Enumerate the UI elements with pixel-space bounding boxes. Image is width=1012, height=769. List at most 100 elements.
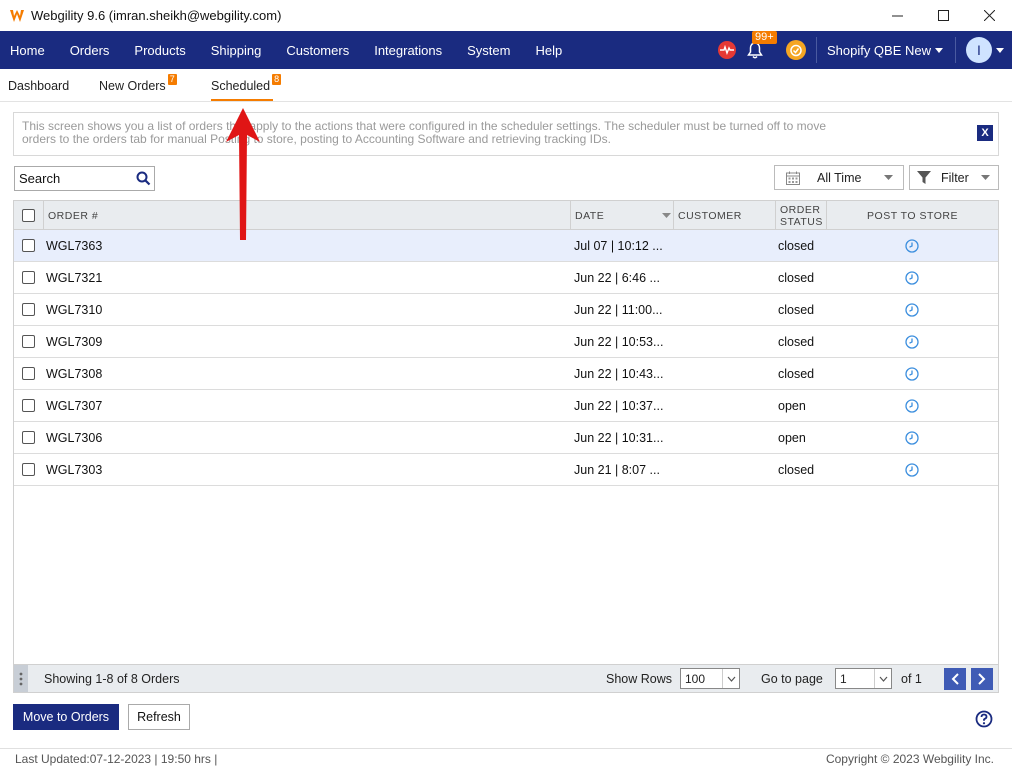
- caret-down-icon: [935, 47, 943, 53]
- column-divider: [673, 201, 674, 230]
- order-customer: [677, 262, 772, 293]
- order-date: Jun 21 | 8:07 ...: [574, 462, 660, 477]
- row-checkbox[interactable]: [22, 431, 35, 444]
- order-number[interactable]: WGL7363: [46, 230, 102, 261]
- order-status: open: [778, 430, 806, 445]
- row-checkbox[interactable]: [22, 335, 35, 348]
- copyright: Copyright © 2023 Webgility Inc.: [825, 752, 994, 766]
- search-icon: [136, 171, 150, 186]
- search-input[interactable]: [15, 167, 133, 190]
- table-header: ORDER # DATE CUSTOMER ORDER STATUS POST …: [14, 201, 998, 230]
- column-divider: [570, 201, 571, 230]
- row-checkbox[interactable]: [22, 239, 35, 252]
- row-checkbox[interactable]: [22, 367, 35, 380]
- chevron-down-icon: [722, 669, 739, 688]
- table-row[interactable]: WGL7309 Jun 22 | 10:53... closed: [14, 326, 998, 358]
- show-rows-label: Show Rows: [606, 671, 672, 686]
- tab-new-orders[interactable]: New Orders 7: [99, 69, 177, 102]
- order-number[interactable]: WGL7310: [46, 294, 102, 325]
- store-selector[interactable]: Shopify QBE New: [827, 43, 943, 58]
- order-tabs: Dashboard New Orders 7 Scheduled 8: [0, 69, 1012, 102]
- nav-system[interactable]: System: [455, 31, 523, 69]
- order-number[interactable]: WGL7303: [46, 454, 102, 485]
- main-nav: Home Orders Products Shipping Customers …: [0, 31, 1012, 69]
- table-row[interactable]: WGL7303 Jun 21 | 8:07 ... closed: [14, 454, 998, 486]
- health-pulse-icon[interactable]: [717, 41, 736, 59]
- caret-down-icon: [884, 175, 893, 180]
- row-checkbox[interactable]: [22, 271, 35, 284]
- nav-products[interactable]: Products: [122, 31, 198, 69]
- tab-label: Scheduled: [211, 78, 271, 93]
- clock-icon[interactable]: [903, 326, 921, 357]
- nav-home[interactable]: Home: [0, 31, 57, 69]
- order-customer: [677, 230, 772, 261]
- table-row[interactable]: WGL7308 Jun 22 | 10:43... closed: [14, 358, 998, 390]
- order-number[interactable]: WGL7309: [46, 326, 102, 357]
- order-customer: [677, 358, 772, 389]
- table-row[interactable]: WGL7321 Jun 22 | 6:46 ... closed: [14, 262, 998, 294]
- order-customer: [677, 422, 772, 453]
- table-row[interactable]: WGL7306 Jun 22 | 10:31... open: [14, 422, 998, 454]
- close-window-button[interactable]: [966, 0, 1012, 31]
- table-row[interactable]: WGL7307 Jun 22 | 10:37... open: [14, 390, 998, 422]
- row-checkbox[interactable]: [22, 463, 35, 476]
- order-status: closed: [778, 366, 815, 381]
- column-header-customer[interactable]: CUSTOMER: [678, 201, 742, 230]
- clock-icon[interactable]: [903, 262, 921, 293]
- clock-icon[interactable]: [903, 358, 921, 389]
- filter-dropdown[interactable]: Filter: [909, 165, 999, 190]
- goto-page-select[interactable]: 1: [835, 668, 892, 689]
- nav-customers[interactable]: Customers: [274, 31, 362, 69]
- clock-icon[interactable]: [903, 390, 921, 421]
- chevron-down-icon: [874, 669, 891, 688]
- caret-down-icon[interactable]: [996, 47, 1004, 53]
- order-number[interactable]: WGL7307: [46, 390, 102, 421]
- row-checkbox-cell: [22, 422, 35, 453]
- row-checkbox[interactable]: [22, 303, 35, 316]
- column-header-label: ORDER: [780, 203, 821, 216]
- clock-icon[interactable]: [903, 294, 921, 325]
- user-avatar[interactable]: I: [966, 37, 992, 63]
- move-to-orders-button[interactable]: Move to Orders: [13, 704, 119, 730]
- close-info-button[interactable]: X: [977, 125, 993, 141]
- goto-page-label: Go to page: [761, 671, 823, 686]
- column-header-date[interactable]: DATE: [575, 201, 671, 230]
- next-page-button[interactable]: [971, 668, 993, 690]
- filter-label: Filter: [941, 170, 969, 185]
- row-checkbox-cell: [22, 454, 35, 485]
- prev-page-button[interactable]: [944, 668, 966, 690]
- tab-scheduled[interactable]: Scheduled 8: [211, 69, 282, 102]
- order-customer: [677, 326, 772, 357]
- refresh-button[interactable]: Refresh: [128, 704, 190, 730]
- search-button[interactable]: [133, 169, 153, 189]
- scheduler-alarm-icon[interactable]: [785, 40, 806, 60]
- order-number[interactable]: WGL7308: [46, 358, 102, 389]
- clock-icon[interactable]: [903, 230, 921, 261]
- time-range-select[interactable]: All Time: [774, 165, 904, 190]
- show-rows-select[interactable]: 100: [680, 668, 740, 689]
- column-header-order-status[interactable]: ORDER STATUS: [780, 201, 823, 230]
- table-row[interactable]: WGL7363 Jul 07 | 10:12 ... closed: [14, 230, 998, 262]
- order-customer: [677, 390, 772, 421]
- nav-integrations[interactable]: Integrations: [362, 31, 455, 69]
- nav-help[interactable]: Help: [523, 31, 575, 69]
- order-number[interactable]: WGL7306: [46, 422, 102, 453]
- row-checkbox-cell: [22, 326, 35, 357]
- select-all-checkbox[interactable]: [22, 209, 35, 222]
- notifications-button[interactable]: 99+: [744, 31, 777, 61]
- order-number[interactable]: WGL7321: [46, 262, 102, 293]
- clock-icon[interactable]: [903, 454, 921, 485]
- drag-handle-icon[interactable]: [14, 665, 28, 692]
- table-row[interactable]: WGL7310 Jun 22 | 11:00... closed: [14, 294, 998, 326]
- nav-shipping[interactable]: Shipping: [198, 31, 274, 69]
- row-checkbox-cell: [22, 390, 35, 421]
- maximize-button[interactable]: [920, 0, 966, 31]
- row-checkbox[interactable]: [22, 399, 35, 412]
- column-header-post-to-store[interactable]: POST TO STORE: [827, 201, 998, 230]
- column-header-order[interactable]: ORDER #: [48, 201, 98, 230]
- help-icon[interactable]: [975, 710, 993, 728]
- minimize-button[interactable]: [874, 0, 920, 31]
- tab-dashboard[interactable]: Dashboard: [8, 69, 69, 102]
- nav-orders[interactable]: Orders: [57, 31, 122, 69]
- clock-icon[interactable]: [903, 422, 921, 453]
